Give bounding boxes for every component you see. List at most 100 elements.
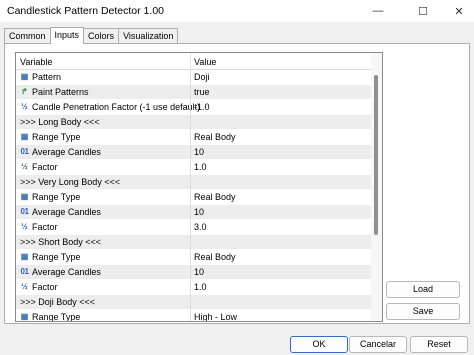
tab-inputs[interactable]: Inputs bbox=[49, 27, 85, 44]
cell-divider bbox=[190, 295, 191, 310]
variable-name: Factor bbox=[32, 282, 58, 292]
group-header: >>> Very Long Body <<< bbox=[20, 177, 121, 187]
minimize-icon[interactable]: — bbox=[363, 0, 393, 22]
table-row[interactable]: ▦ Range Type Real Body bbox=[16, 190, 373, 205]
table-row[interactable]: ▦ Pattern Doji bbox=[16, 70, 373, 85]
table-row[interactable]: ▦ Range Type Real Body bbox=[16, 250, 373, 265]
table-row[interactable]: ½ Factor 3.0 bbox=[16, 220, 373, 235]
table-row[interactable]: 01 Average Candles 10 bbox=[16, 145, 373, 160]
variable-name: Factor bbox=[32, 222, 58, 232]
column-divider[interactable] bbox=[190, 53, 191, 70]
table-row[interactable]: ▦ Range Type High - Low bbox=[16, 310, 373, 322]
variable-value[interactable]: Real Body bbox=[194, 132, 236, 142]
tab-bar: Common Inputs Colors Visualization bbox=[4, 27, 179, 44]
cell-divider bbox=[190, 70, 191, 85]
fraction-icon: ½ bbox=[21, 162, 28, 171]
cell-divider bbox=[190, 130, 191, 145]
maximize-icon[interactable]: ☐ bbox=[408, 0, 438, 22]
cell-divider bbox=[190, 205, 191, 220]
table-row[interactable]: ½ Factor 1.0 bbox=[16, 160, 373, 175]
table-row[interactable]: >>> Very Long Body <<< bbox=[16, 175, 373, 190]
table-row[interactable]: 01 Average Candles 10 bbox=[16, 205, 373, 220]
table-row[interactable]: ½ Candle Penetration Factor (-1 use defau… bbox=[16, 100, 373, 115]
cell-divider bbox=[190, 250, 191, 265]
cell-divider bbox=[190, 220, 191, 235]
table-row[interactable]: ½ Factor 1.0 bbox=[16, 280, 373, 295]
cell-divider bbox=[190, 175, 191, 190]
variable-name: Factor bbox=[32, 162, 58, 172]
grid-icon: ▦ bbox=[20, 132, 29, 141]
variable-value[interactable]: 10 bbox=[194, 207, 204, 217]
variable-value[interactable]: 3.0 bbox=[194, 222, 207, 232]
grid-header: Variable Value bbox=[16, 53, 373, 70]
grid-icon: ▦ bbox=[20, 312, 29, 321]
tab-visualization[interactable]: Visualization bbox=[118, 28, 179, 44]
variable-name: Range Type bbox=[32, 192, 81, 202]
table-row[interactable]: ▦ Range Type Real Body bbox=[16, 130, 373, 145]
tab-common[interactable]: Common bbox=[4, 28, 51, 44]
ok-button[interactable]: OK bbox=[290, 336, 348, 353]
variable-name: Candle Penetration Factor (-1 use defaul… bbox=[32, 102, 201, 112]
variable-name: Average Candles bbox=[32, 147, 101, 157]
table-row[interactable]: ↱ Paint Patterns true bbox=[16, 85, 373, 100]
reset-button[interactable]: Reset bbox=[410, 336, 468, 353]
table-row[interactable]: >>> Short Body <<< bbox=[16, 235, 373, 250]
variable-name: Range Type bbox=[32, 312, 81, 322]
variable-name: Range Type bbox=[32, 252, 81, 262]
save-button[interactable]: Save bbox=[386, 303, 460, 320]
variable-value[interactable]: 1.0 bbox=[194, 282, 207, 292]
cancel-button[interactable]: Cancelar bbox=[349, 336, 407, 353]
variable-value[interactable]: High - Low bbox=[194, 312, 237, 321]
grid-icon: ▦ bbox=[20, 72, 29, 81]
vertical-scrollbar[interactable] bbox=[371, 53, 382, 321]
cell-divider bbox=[190, 145, 191, 160]
cell-divider bbox=[190, 265, 191, 280]
cell-divider bbox=[190, 100, 191, 115]
arrow-icon: ↱ bbox=[21, 87, 28, 96]
variable-value[interactable]: 1.0 bbox=[194, 162, 207, 172]
variable-value[interactable]: Real Body bbox=[194, 252, 236, 262]
fraction-icon: ½ bbox=[21, 102, 28, 111]
fraction-icon: ½ bbox=[21, 282, 28, 291]
grid-rows: ▦ Pattern Doji ↱ Paint Patterns true ½ Candle P… bbox=[16, 70, 373, 322]
window-title: Candlestick Pattern Detector 1.00 bbox=[7, 5, 164, 17]
group-header: >>> Doji Body <<< bbox=[20, 297, 96, 307]
integer-icon: 01 bbox=[20, 147, 29, 156]
variable-name: Pattern bbox=[32, 72, 62, 82]
grid-icon: ▦ bbox=[20, 252, 29, 261]
tab-colors[interactable]: Colors bbox=[83, 28, 120, 44]
cell-divider bbox=[190, 310, 191, 321]
cell-divider bbox=[190, 115, 191, 130]
grid-icon: ▦ bbox=[20, 192, 29, 201]
cell-divider bbox=[190, 280, 191, 295]
inputs-grid: Variable Value ▦ Pattern Doji ↱ Paint Patter… bbox=[15, 52, 383, 322]
table-row[interactable]: >>> Long Body <<< bbox=[16, 115, 373, 130]
cell-divider bbox=[190, 235, 191, 250]
close-icon[interactable]: ✕ bbox=[444, 0, 474, 22]
variable-name: Range Type bbox=[32, 132, 81, 142]
variable-value[interactable]: Doji bbox=[194, 72, 210, 82]
cell-divider bbox=[190, 160, 191, 175]
integer-icon: 01 bbox=[20, 207, 29, 216]
table-row[interactable]: >>> Doji Body <<< bbox=[16, 295, 373, 310]
variable-value[interactable]: 10 bbox=[194, 147, 204, 157]
column-header-value[interactable]: Value bbox=[194, 57, 216, 67]
variable-name: Paint Patterns bbox=[32, 87, 89, 97]
variable-value[interactable]: -1.0 bbox=[194, 102, 210, 112]
fraction-icon: ½ bbox=[21, 222, 28, 231]
table-row[interactable]: 01 Average Candles 10 bbox=[16, 265, 373, 280]
title-bar: Candlestick Pattern Detector 1.00 — ☐ ✕ bbox=[0, 0, 474, 22]
group-header: >>> Short Body <<< bbox=[20, 237, 102, 247]
variable-name: Average Candles bbox=[32, 267, 101, 277]
integer-icon: 01 bbox=[20, 267, 29, 276]
variable-value[interactable]: true bbox=[194, 87, 210, 97]
group-header: >>> Long Body <<< bbox=[20, 117, 100, 127]
scrollbar-thumb[interactable] bbox=[374, 75, 378, 235]
variable-value[interactable]: Real Body bbox=[194, 192, 236, 202]
cell-divider bbox=[190, 85, 191, 100]
variable-value[interactable]: 10 bbox=[194, 267, 204, 277]
load-button[interactable]: Load bbox=[386, 281, 460, 298]
column-header-variable[interactable]: Variable bbox=[20, 57, 52, 67]
cell-divider bbox=[190, 190, 191, 205]
variable-name: Average Candles bbox=[32, 207, 101, 217]
